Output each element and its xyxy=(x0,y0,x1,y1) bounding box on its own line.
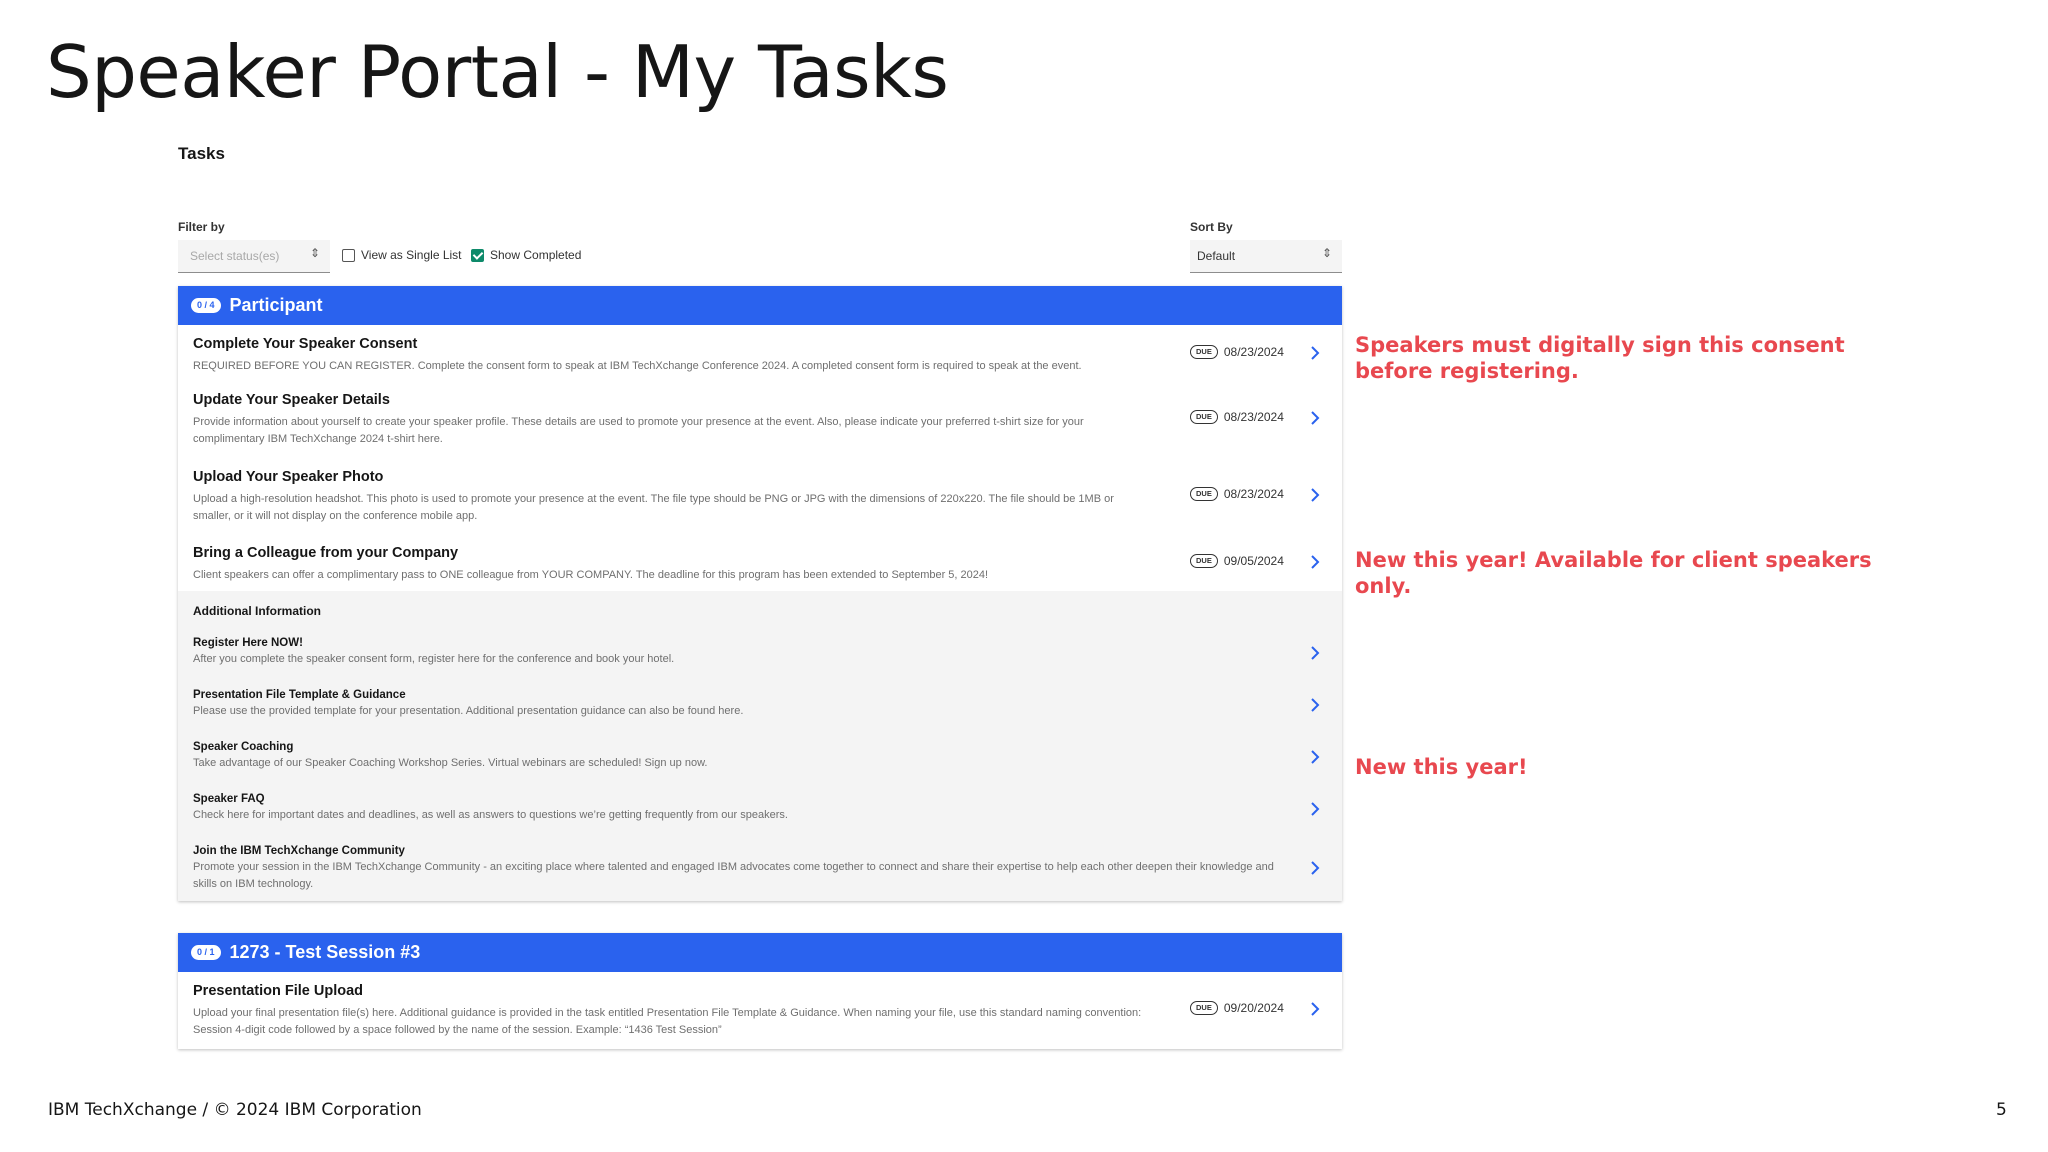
info-row-presentation-template[interactable]: Presentation File Template & Guidance Pl… xyxy=(178,687,1342,739)
show-completed-label: Show Completed xyxy=(490,248,582,262)
chevron-right-icon[interactable] xyxy=(1309,697,1321,713)
annotation-coaching: New this year! xyxy=(1355,755,1528,779)
due-date: DUE 08/23/2024 xyxy=(1190,487,1284,501)
status-filter-placeholder: Select status(es) xyxy=(190,249,280,263)
participant-group-header[interactable]: 0 / 4 Participant xyxy=(178,286,1342,325)
annotation-consent: Speakers must digitally sign this consen… xyxy=(1355,333,1845,383)
chevron-right-icon[interactable] xyxy=(1309,801,1321,817)
task-row-presentation-upload[interactable]: Presentation File Upload Upload your fin… xyxy=(178,972,1342,1049)
info-title: Register Here NOW! xyxy=(193,637,303,649)
task-description: Upload your final presentation file(s) h… xyxy=(193,1007,1142,1036)
chevron-right-icon[interactable] xyxy=(1309,345,1321,361)
session-task-group: 0 / 1 1273 - Test Session #3 Presentatio… xyxy=(178,933,1342,1049)
due-date-value: 09/20/2024 xyxy=(1223,1001,1284,1015)
due-date-value: 08/23/2024 xyxy=(1223,345,1284,359)
show-completed-checkbox[interactable] xyxy=(471,248,484,262)
task-description: REQUIRED BEFORE YOU CAN REGISTER. Comple… xyxy=(193,360,1082,372)
due-date: DUE 09/05/2024 xyxy=(1190,554,1284,568)
session-group-header[interactable]: 0 / 1 1273 - Test Session #3 xyxy=(178,933,1342,972)
info-title: Presentation File Template & Guidance xyxy=(193,689,406,701)
task-title: Upload Your Speaker Photo xyxy=(193,469,384,485)
additional-information-section: Additional Information Register Here NOW… xyxy=(178,591,1342,901)
info-title: Speaker Coaching xyxy=(193,741,294,753)
task-title: Complete Your Speaker Consent xyxy=(193,336,418,352)
info-row-speaker-coaching[interactable]: Speaker Coaching Take advantage of our S… xyxy=(178,739,1342,791)
participant-count-badge: 0 / 4 xyxy=(191,298,221,313)
sort-label: Sort By xyxy=(1190,220,1233,234)
info-description: Take advantage of our Speaker Coaching W… xyxy=(193,757,708,769)
participant-group-title: Participant xyxy=(229,295,323,315)
slide-footer: IBM TechXchange / © 2024 IBM Corporation xyxy=(48,1100,422,1120)
annotation-colleague: New this year! Available for client spea… xyxy=(1355,548,1872,598)
task-row-speaker-consent[interactable]: Complete Your Speaker Consent REQUIRED B… xyxy=(178,325,1342,381)
slide-title: Speaker Portal - My Tasks xyxy=(46,30,949,114)
filter-label: Filter by xyxy=(178,220,225,234)
session-group-title: 1273 - Test Session #3 xyxy=(229,942,421,962)
chevron-right-icon[interactable] xyxy=(1309,645,1321,661)
info-title: Join the IBM TechXchange Community xyxy=(193,845,405,857)
sort-value: Default xyxy=(1197,249,1236,263)
due-date-value: 08/23/2024 xyxy=(1223,487,1284,501)
additional-information-heading: Additional Information xyxy=(193,604,321,618)
due-date: DUE 08/23/2024 xyxy=(1190,410,1284,424)
task-title: Bring a Colleague from your Company xyxy=(193,545,459,561)
due-date-value: 09/05/2024 xyxy=(1223,554,1284,568)
sort-select[interactable]: Default ⇕ xyxy=(1190,240,1342,273)
participant-task-group: 0 / 4 Participant Complete Your Speaker … xyxy=(178,286,1342,901)
view-single-list-toggle[interactable]: View as Single List xyxy=(342,248,462,262)
status-filter-select[interactable]: Select status(es) ⇕ xyxy=(178,240,330,273)
info-title: Speaker FAQ xyxy=(193,793,265,805)
single-list-label: View as Single List xyxy=(361,248,462,262)
chevron-right-icon[interactable] xyxy=(1309,487,1321,503)
due-badge: DUE xyxy=(1190,345,1218,359)
sort-caret-icon: ⇕ xyxy=(309,246,320,260)
chevron-right-icon[interactable] xyxy=(1309,410,1321,426)
session-count-badge: 0 / 1 xyxy=(191,945,221,960)
task-description: Client speakers can offer a complimentar… xyxy=(193,569,989,581)
info-row-register[interactable]: Register Here NOW! After you complete th… xyxy=(178,635,1342,687)
info-description: Promote your session in the IBM TechXcha… xyxy=(193,861,1274,890)
chevron-right-icon[interactable] xyxy=(1309,749,1321,765)
due-badge: DUE xyxy=(1190,554,1218,568)
tasks-heading: Tasks xyxy=(178,144,225,163)
sort-caret-icon: ⇕ xyxy=(1321,246,1332,260)
info-row-join-community[interactable]: Join the IBM TechXchange Community Promo… xyxy=(178,843,1342,901)
task-description: Provide information about yourself to cr… xyxy=(193,416,1084,445)
task-row-speaker-details[interactable]: Update Your Speaker Details Provide info… xyxy=(178,381,1342,458)
chevron-right-icon[interactable] xyxy=(1309,554,1321,570)
due-date: DUE 08/23/2024 xyxy=(1190,345,1284,359)
due-badge: DUE xyxy=(1190,487,1218,501)
task-title: Update Your Speaker Details xyxy=(193,392,390,408)
page-number: 5 xyxy=(1996,1100,2007,1120)
show-completed-toggle[interactable]: Show Completed xyxy=(471,248,581,262)
chevron-right-icon[interactable] xyxy=(1309,1001,1321,1017)
due-date-value: 08/23/2024 xyxy=(1223,410,1284,424)
task-title: Presentation File Upload xyxy=(193,983,363,999)
task-row-bring-colleague[interactable]: Bring a Colleague from your Company Clie… xyxy=(178,534,1342,591)
due-badge: DUE xyxy=(1190,1001,1218,1015)
info-description: After you complete the speaker consent f… xyxy=(193,653,675,665)
task-description: Upload a high-resolution headshot. This … xyxy=(193,493,1114,522)
info-description: Check here for important dates and deadl… xyxy=(193,809,788,821)
task-row-speaker-photo[interactable]: Upload Your Speaker Photo Upload a high-… xyxy=(178,458,1342,534)
info-row-speaker-faq[interactable]: Speaker FAQ Check here for important dat… xyxy=(178,791,1342,843)
due-badge: DUE xyxy=(1190,410,1218,424)
due-date: DUE 09/20/2024 xyxy=(1190,1001,1284,1015)
info-description: Please use the provided template for you… xyxy=(193,705,744,717)
single-list-checkbox[interactable] xyxy=(342,248,355,262)
chevron-right-icon[interactable] xyxy=(1309,860,1321,876)
